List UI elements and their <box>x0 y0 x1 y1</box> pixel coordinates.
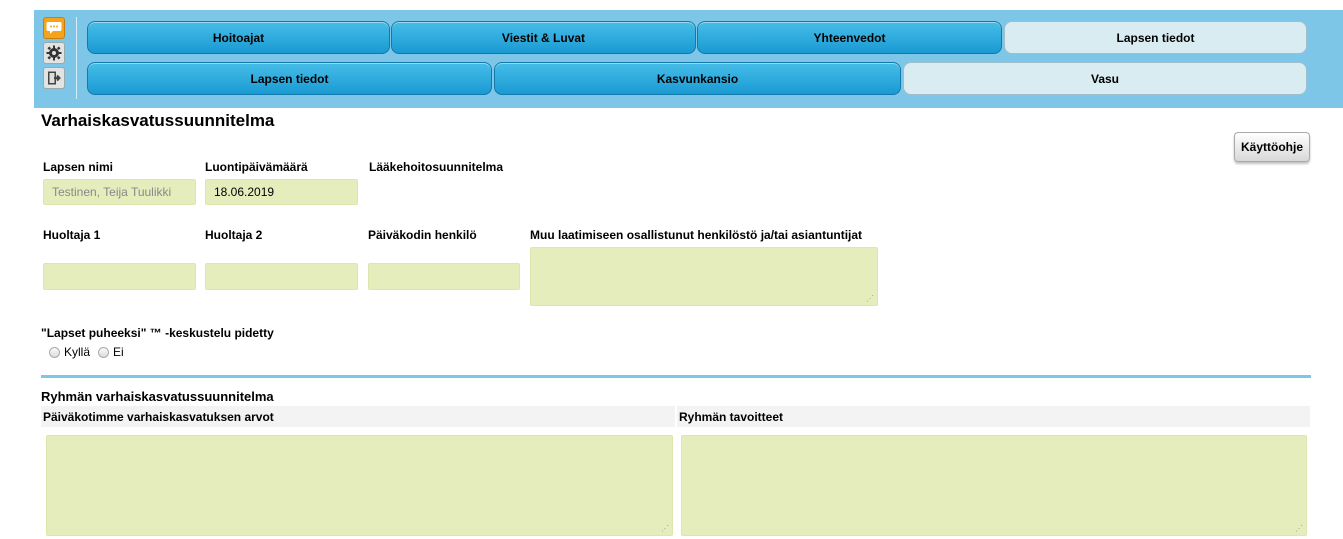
medication-plan-label: Lääkehoitosuunnitelma <box>369 160 504 174</box>
guardian-1-label: Huoltaja 1 <box>43 228 101 242</box>
logout-icon[interactable] <box>43 67 65 89</box>
side-icon-column <box>43 17 69 92</box>
goals-textarea[interactable]: ⋰ <box>681 435 1307 536</box>
creation-date-field[interactable]: 18.06.2019 <box>205 179 358 205</box>
child-name-value: Testinen, Teija Tuulikki <box>52 185 172 199</box>
other-staff-label: Muu laatimiseen osallistunut henkilöstö … <box>530 228 863 242</box>
tab-yhteenvedot[interactable]: Yhteenvedot <box>697 21 1002 54</box>
radio-no[interactable] <box>98 346 110 358</box>
daycare-person-label: Päiväkodin henkilö <box>368 228 477 242</box>
creation-date-value: 18.06.2019 <box>214 185 275 199</box>
subtab-vasu[interactable]: Vasu <box>903 62 1307 95</box>
gear-icon[interactable] <box>43 42 65 64</box>
guardian-1-input[interactable] <box>43 263 196 290</box>
resize-handle-icon[interactable]: ⋰ <box>1295 525 1303 533</box>
goals-label: Ryhmän tavoitteet <box>679 409 784 424</box>
chat-icon[interactable] <box>43 17 65 39</box>
goals-column-header: Ryhmän tavoitteet <box>677 406 1310 427</box>
radio-yes-label[interactable]: Kyllä <box>64 345 90 359</box>
radio-yes[interactable] <box>49 346 60 358</box>
tab-viestit-luvat[interactable]: Viestit & Luvat <box>391 21 696 54</box>
guardian-2-input[interactable] <box>205 263 358 290</box>
child-name-label: Lapsen nimi <box>43 160 114 174</box>
nav-separator <box>76 17 77 99</box>
values-textarea[interactable]: ⋰ <box>46 435 673 536</box>
resize-handle-icon[interactable]: ⋰ <box>866 295 874 303</box>
discussion-label: "Lapset puheeksi" ™ -keskustelu pidetty <box>41 326 274 340</box>
daycare-person-input[interactable] <box>368 263 520 290</box>
tab-hoitoajat[interactable]: Hoitoajat <box>87 21 390 54</box>
values-column-header: Päiväkotimme varhaiskasvatuksen arvot <box>41 406 675 427</box>
subtab-kasvunkansio[interactable]: Kasvunkansio <box>494 62 901 95</box>
guardian-2-label: Huoltaja 2 <box>205 228 263 242</box>
help-button[interactable]: Käyttöohje <box>1234 132 1310 162</box>
child-name-field: Testinen, Teija Tuulikki <box>43 179 196 205</box>
other-staff-textarea[interactable]: ⋰ <box>530 247 878 306</box>
values-label: Päiväkotimme varhaiskasvatuksen arvot <box>43 409 274 424</box>
radio-no-label[interactable]: Ei <box>113 345 124 359</box>
tab-lapsen-tiedot-main[interactable]: Lapsen tiedot <box>1004 21 1307 54</box>
page-title: Varhaiskasvatussuunnitelma <box>41 111 275 130</box>
discussion-radio-group: Kyllä Ei <box>49 345 132 359</box>
subtab-lapsen-tiedot[interactable]: Lapsen tiedot <box>87 62 492 95</box>
creation-date-label: Luontipäivämäärä <box>205 160 308 174</box>
group-section-title: Ryhmän varhaiskasvatussuunnitelma <box>41 389 274 404</box>
resize-handle-icon[interactable]: ⋰ <box>661 525 669 533</box>
section-divider <box>41 375 1311 378</box>
